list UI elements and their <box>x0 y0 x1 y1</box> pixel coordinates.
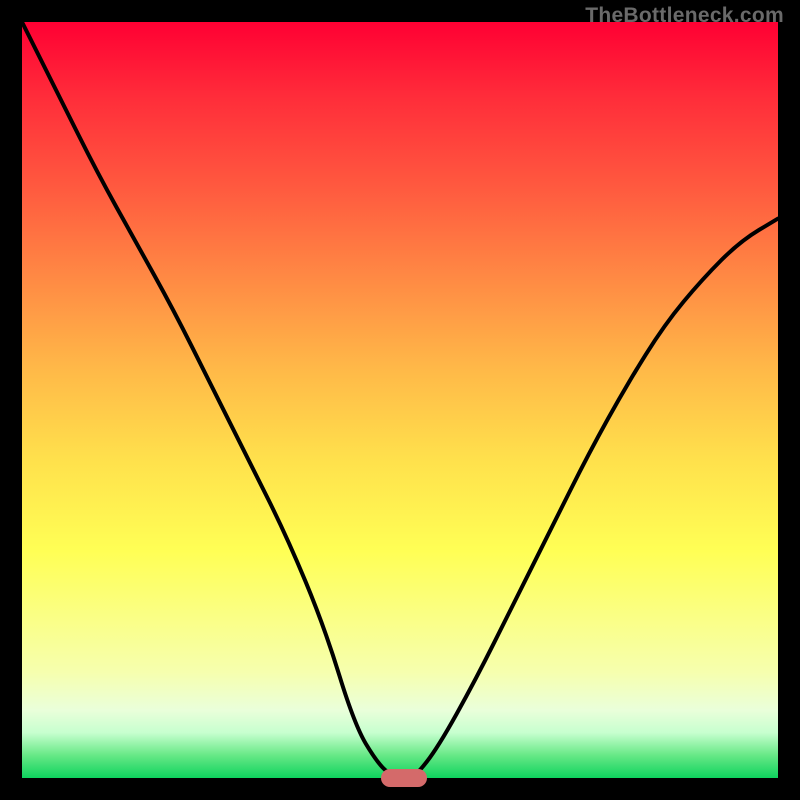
watermark-text: TheBottleneck.com <box>585 4 784 28</box>
plot-area <box>22 22 778 778</box>
chart-frame: TheBottleneck.com <box>0 0 800 800</box>
minimum-marker <box>381 769 427 787</box>
curve-svg <box>22 22 778 778</box>
bottleneck-curve <box>22 22 778 778</box>
